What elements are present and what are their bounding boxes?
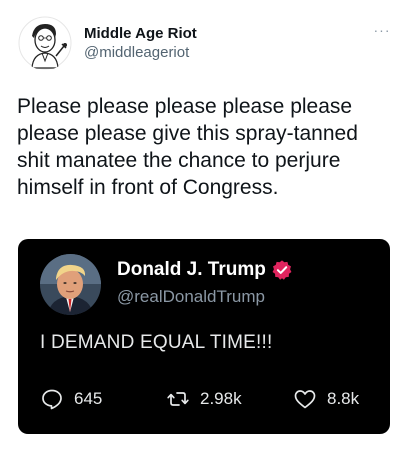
tweet-text: Please please please please please pleas… xyxy=(17,95,358,199)
quoted-author-handle: @realDonaldTrump xyxy=(117,287,265,306)
reply-count: 645 xyxy=(74,389,103,408)
retweet-count: 2.98k xyxy=(200,389,242,408)
author-avatar[interactable] xyxy=(18,16,72,70)
quoted-tweet-image[interactable]: Donald J. Trump @realDonaldTrump I DEMAN… xyxy=(18,239,390,434)
more-options-icon[interactable]: ··· xyxy=(372,22,392,38)
like-count: 8.8k xyxy=(327,389,360,408)
quoted-action-bar: 645 2.98k 8.8k xyxy=(18,387,390,417)
retweet-icon xyxy=(167,392,189,406)
tweet-card: Middle Age Riot @middleageriot ··· Pleas… xyxy=(0,0,407,451)
author-handle[interactable]: @middleageriot xyxy=(84,44,189,61)
reply-icon xyxy=(42,389,62,410)
reply-action: 645 xyxy=(40,387,102,411)
quoted-author-avatar xyxy=(40,254,101,315)
quoted-author-row: Donald J. Trump xyxy=(117,259,293,281)
quoted-tweet-text: I DEMAND EQUAL TIME!!! xyxy=(40,332,273,353)
quoted-author-name: Donald J. Trump xyxy=(117,259,266,280)
portrait-avatar-icon xyxy=(40,254,101,315)
verified-badge-icon xyxy=(272,260,292,280)
like-action: 8.8k xyxy=(293,387,359,411)
retweet-action: 2.98k xyxy=(166,387,242,411)
author-name[interactable]: Middle Age Riot xyxy=(84,25,197,42)
cartoon-man-avatar-icon xyxy=(18,16,72,70)
heart-icon xyxy=(294,390,316,409)
